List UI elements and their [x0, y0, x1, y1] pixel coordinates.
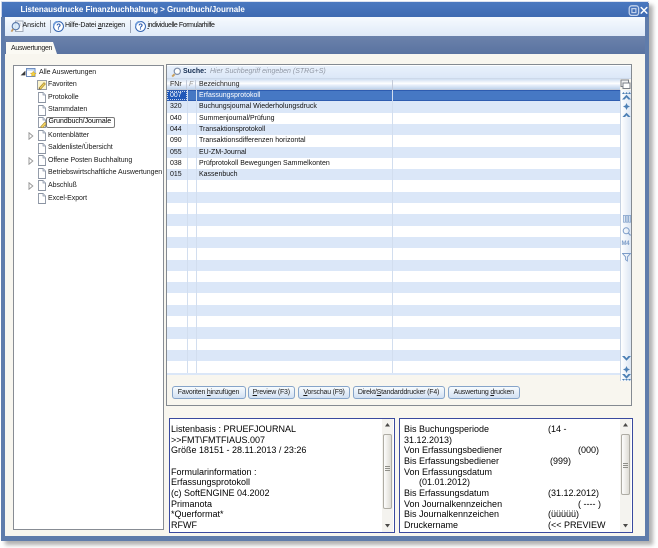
svg-text:?: ?: [56, 22, 61, 31]
svg-text:?: ?: [138, 22, 143, 31]
